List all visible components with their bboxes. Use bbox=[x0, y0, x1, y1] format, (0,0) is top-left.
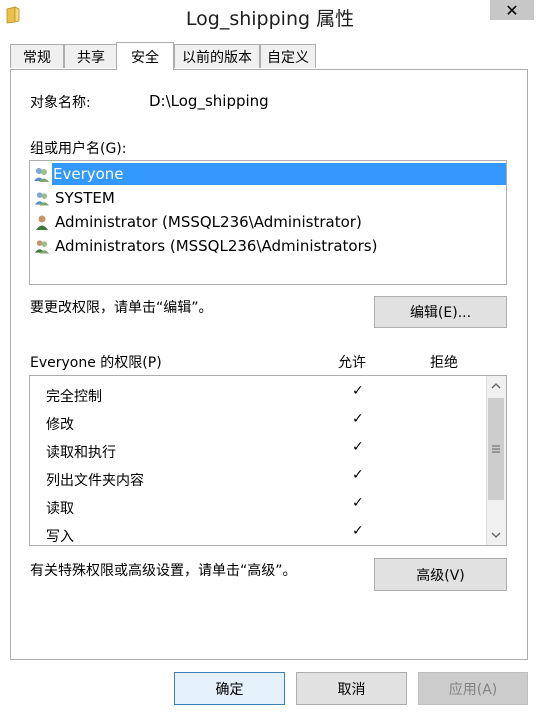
permission-row: 修改 ✓ bbox=[46, 411, 486, 435]
object-name-value: D:\Log_shipping bbox=[149, 92, 269, 110]
allow-header: 允许 bbox=[338, 355, 366, 371]
tab-customize[interactable]: 自定义 bbox=[260, 44, 316, 68]
deny-header: 拒绝 bbox=[430, 355, 458, 371]
user-name: Administrators (MSSQL236\Administrators) bbox=[55, 237, 378, 255]
close-button[interactable]: ✕ bbox=[490, 0, 534, 20]
allow-check: ✓ bbox=[352, 467, 364, 483]
scroll-down-icon[interactable] bbox=[486, 525, 506, 545]
advanced-hint: 有关特殊权限或高级设置，请单击“高级”。 bbox=[30, 563, 297, 579]
permissions-list[interactable]: 完全控制 ✓ 修改 ✓ 读取和执行 ✓ 列出文件夹内容 ✓ 读取 ✓ 写入 ✓ bbox=[29, 375, 507, 546]
permission-row: 列出文件夹内容 ✓ bbox=[46, 467, 486, 491]
allow-check: ✓ bbox=[352, 439, 364, 455]
groups-label: 组或用户名(G): bbox=[30, 141, 127, 157]
list-item[interactable]: SYSTEM bbox=[32, 187, 506, 209]
object-name-label: 对象名称: bbox=[30, 95, 91, 111]
user-list[interactable]: Everyone SYSTEM Administrator (MSSQL236\… bbox=[29, 160, 507, 285]
edit-button[interactable]: 编辑(E)... bbox=[374, 296, 507, 328]
permission-name: 完全控制 bbox=[46, 389, 102, 405]
ok-button[interactable]: 确定 bbox=[174, 672, 285, 705]
tab-previous-versions[interactable]: 以前的版本 bbox=[174, 44, 260, 68]
user-name: Everyone bbox=[52, 165, 125, 183]
allow-check: ✓ bbox=[352, 411, 364, 427]
tab-sharing[interactable]: 共享 bbox=[64, 44, 118, 68]
list-item[interactable]: Everyone bbox=[52, 163, 506, 185]
allow-check: ✓ bbox=[352, 523, 364, 539]
allow-check: ✓ bbox=[352, 495, 364, 511]
user-name: SYSTEM bbox=[55, 189, 115, 207]
user-icon bbox=[36, 215, 48, 230]
permission-name: 读取 bbox=[46, 501, 74, 517]
users-group-icon bbox=[34, 168, 49, 182]
permissions-label: Everyone 的权限(P) bbox=[30, 355, 162, 371]
permission-row: 读取 ✓ bbox=[46, 495, 486, 519]
advanced-button[interactable]: 高级(V) bbox=[374, 558, 507, 591]
scroll-up-icon[interactable] bbox=[486, 376, 506, 396]
apply-button[interactable]: 应用(A) bbox=[418, 672, 528, 705]
list-item[interactable]: Administrators (MSSQL236\Administrators) bbox=[32, 235, 506, 257]
cancel-button[interactable]: 取消 bbox=[296, 672, 407, 705]
window-title: Log_shipping 属性 bbox=[185, 8, 355, 30]
permission-name: 读取和执行 bbox=[46, 445, 116, 461]
permission-row: 读取和执行 ✓ bbox=[46, 439, 486, 463]
permission-name: 列出文件夹内容 bbox=[46, 473, 144, 489]
scroll-thumb[interactable] bbox=[488, 398, 504, 500]
permission-row: 完全控制 ✓ bbox=[46, 383, 486, 407]
permission-name: 修改 bbox=[46, 417, 74, 433]
permission-row: 写入 ✓ bbox=[46, 523, 486, 545]
tab-general[interactable]: 常规 bbox=[10, 44, 64, 68]
permission-name: 写入 bbox=[46, 529, 74, 545]
users-group-icon bbox=[34, 240, 50, 254]
allow-check: ✓ bbox=[352, 383, 364, 399]
user-name: Administrator (MSSQL236\Administrator) bbox=[55, 213, 362, 231]
tab-security[interactable]: 安全 bbox=[116, 42, 174, 70]
list-item[interactable]: Administrator (MSSQL236\Administrator) bbox=[32, 211, 506, 233]
grip-icon bbox=[492, 445, 500, 453]
edit-hint: 要更改权限，请单击“编辑”。 bbox=[30, 300, 213, 316]
users-group-icon bbox=[34, 192, 50, 206]
